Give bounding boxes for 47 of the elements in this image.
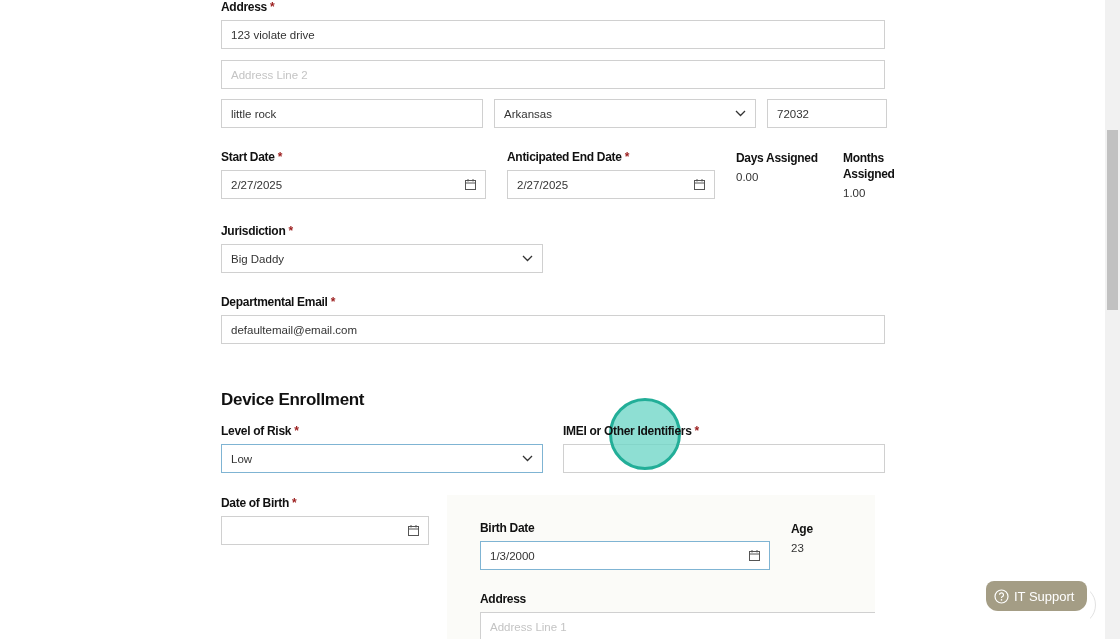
date-field[interactable]: 2/27/2025 bbox=[507, 170, 715, 199]
field-label: Date of Birth bbox=[221, 496, 290, 510]
field-label: Jurisdiction bbox=[221, 224, 286, 238]
scrollbar[interactable] bbox=[1105, 0, 1120, 639]
months-value: 1.00 bbox=[843, 187, 867, 199]
required-mark: * bbox=[292, 496, 297, 510]
field-label: Age bbox=[791, 521, 814, 537]
calendar-icon bbox=[749, 550, 760, 561]
field-label: Address bbox=[221, 0, 267, 14]
calendar-icon bbox=[408, 525, 419, 536]
required-mark: * bbox=[277, 150, 283, 164]
chevron-down-icon bbox=[522, 455, 533, 462]
days-value: 0.00 bbox=[736, 171, 760, 183]
text-field[interactable]: little rock bbox=[221, 99, 483, 128]
calendar-icon bbox=[465, 179, 476, 190]
field-label: Start Date bbox=[221, 150, 275, 164]
required-mark: * bbox=[294, 424, 299, 438]
field-label: Address bbox=[480, 592, 526, 606]
field-label: Birth Date bbox=[480, 521, 535, 535]
text-field[interactable]: Address Line 2 bbox=[221, 60, 885, 89]
date-field[interactable] bbox=[221, 516, 429, 545]
chevron-down-icon bbox=[522, 255, 533, 262]
select-field[interactable]: Big Daddy bbox=[221, 244, 543, 273]
field-label: Level of Risk bbox=[221, 424, 292, 438]
field-label: IMEI or Other Identifiers bbox=[563, 424, 692, 438]
age-value: 23 bbox=[791, 542, 805, 554]
field-label: Departmental Email bbox=[221, 295, 328, 309]
text-field[interactable]: 123 violate drive bbox=[221, 20, 885, 49]
text-field[interactable]: defaultemail@email.com bbox=[221, 315, 885, 344]
required-mark: * bbox=[269, 0, 275, 14]
text-field[interactable]: 72032 bbox=[767, 99, 887, 128]
field-label: Anticipated End Date bbox=[507, 150, 622, 164]
select-field[interactable]: Low bbox=[221, 444, 543, 473]
date-field[interactable]: 1/3/2000 bbox=[480, 541, 770, 570]
text-field[interactable]: Address Line 1 bbox=[480, 612, 875, 639]
required-mark: * bbox=[288, 224, 294, 238]
section-heading: Device Enrollment bbox=[221, 389, 366, 411]
chevron-down-icon bbox=[735, 110, 746, 117]
required-mark: * bbox=[694, 424, 700, 438]
required-mark: * bbox=[624, 150, 630, 164]
field-label: Days Assigned bbox=[736, 150, 819, 166]
field-label: Months Assigned bbox=[843, 150, 896, 182]
date-field[interactable]: 2/27/2025 bbox=[221, 170, 486, 199]
select-field[interactable]: Arkansas bbox=[494, 99, 756, 128]
calendar-icon bbox=[694, 179, 705, 190]
help-icon bbox=[994, 588, 1009, 604]
required-mark: * bbox=[330, 295, 336, 309]
